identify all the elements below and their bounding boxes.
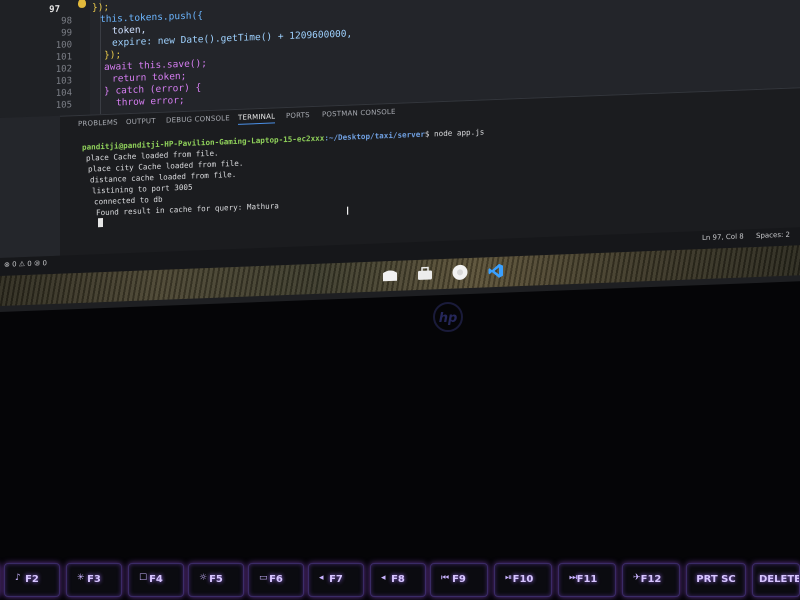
code-line: expire: new Date().getTime() + 120960000… — [112, 28, 353, 49]
key-f6[interactable]: ▭ F6 — [248, 563, 304, 597]
key-label: F7 — [329, 574, 343, 585]
photo-scene: 97 98 99 100 101 102 103 104 105 }); thi… — [0, 0, 800, 600]
key-label: F2 — [25, 574, 39, 585]
lightbulb-icon[interactable] — [78, 0, 86, 9]
vscode-icon[interactable] — [488, 263, 504, 278]
status-indentation[interactable]: Spaces: 2 — [756, 231, 790, 240]
tab-problems[interactable]: PROBLEMS — [78, 118, 118, 128]
tab-ports[interactable]: PORTS — [286, 111, 310, 120]
code-line: }); — [104, 49, 122, 62]
key-label: PRT SC — [696, 574, 736, 585]
key-label: F3 — [87, 574, 101, 585]
key-label: F9 — [452, 574, 466, 585]
key-label: F11 — [576, 574, 598, 585]
key-label: F12 — [640, 574, 662, 585]
key-f8[interactable]: ◂ F8 — [370, 563, 426, 597]
key-f2[interactable]: ♪ F2 — [4, 563, 60, 597]
key-f5[interactable]: ☼ F5 — [188, 563, 244, 597]
key-f12[interactable]: ✈ F12 — [622, 563, 680, 597]
files-icon[interactable] — [382, 267, 398, 282]
key-print-screen[interactable]: PRT SC — [686, 563, 746, 597]
hp-logo: hp — [433, 302, 463, 332]
terminal-cursor — [98, 218, 103, 228]
terminal-prompt-line: panditji@panditji-HP-Pavilion-Gaming-Lap… — [82, 126, 484, 152]
line-number: 105 — [55, 100, 72, 111]
key-label: DELETE — [759, 574, 800, 585]
status-cursor-position[interactable]: Ln 97, Col 8 — [702, 232, 744, 242]
key-f7[interactable]: ◂ F7 — [308, 563, 364, 597]
activity-bar-area — [0, 115, 60, 258]
key-label: F5 — [209, 574, 223, 585]
key-label: F4 — [149, 574, 163, 585]
mouse-ibeam-cursor: I — [346, 204, 350, 218]
key-f3[interactable]: ✳ F3 — [66, 563, 122, 597]
line-number-gutter: 97 98 99 100 101 102 103 104 105 — [0, 0, 90, 118]
key-label: F6 — [269, 574, 283, 585]
key-f9[interactable]: ⏮ F9 — [430, 563, 488, 597]
laptop-screen: 97 98 99 100 101 102 103 104 105 }); thi… — [0, 0, 800, 313]
code-line: throw error; — [116, 94, 185, 109]
prompt-path: :~/Desktop/taxi/server — [324, 129, 425, 143]
key-f10[interactable]: ⏯ F10 — [494, 563, 552, 597]
tab-output[interactable]: OUTPUT — [126, 117, 156, 126]
key-delete[interactable]: DELETE — [752, 563, 800, 597]
key-label: F10 — [512, 574, 534, 585]
briefcase-icon[interactable] — [417, 265, 433, 280]
code-line: this.tokens.push({ — [100, 10, 203, 26]
code-line: }); — [92, 1, 110, 14]
tab-terminal[interactable]: TERMINAL — [238, 112, 276, 125]
tab-debug-console[interactable]: DEBUG CONSOLE — [166, 114, 230, 124]
key-label: F8 — [391, 574, 405, 585]
chrome-icon[interactable] — [452, 264, 468, 280]
key-f4[interactable]: ☐ F4 — [128, 563, 184, 597]
key-f11[interactable]: ⏭ F11 — [558, 563, 616, 597]
tab-postman-console[interactable]: POSTMAN CONSOLE — [322, 108, 396, 119]
terminal-input-line[interactable] — [98, 218, 103, 229]
status-problems[interactable]: ⊗ 0 ⚠ 0 ⑩ 0 — [4, 259, 47, 269]
prompt-command: $ node app.js — [424, 127, 485, 139]
